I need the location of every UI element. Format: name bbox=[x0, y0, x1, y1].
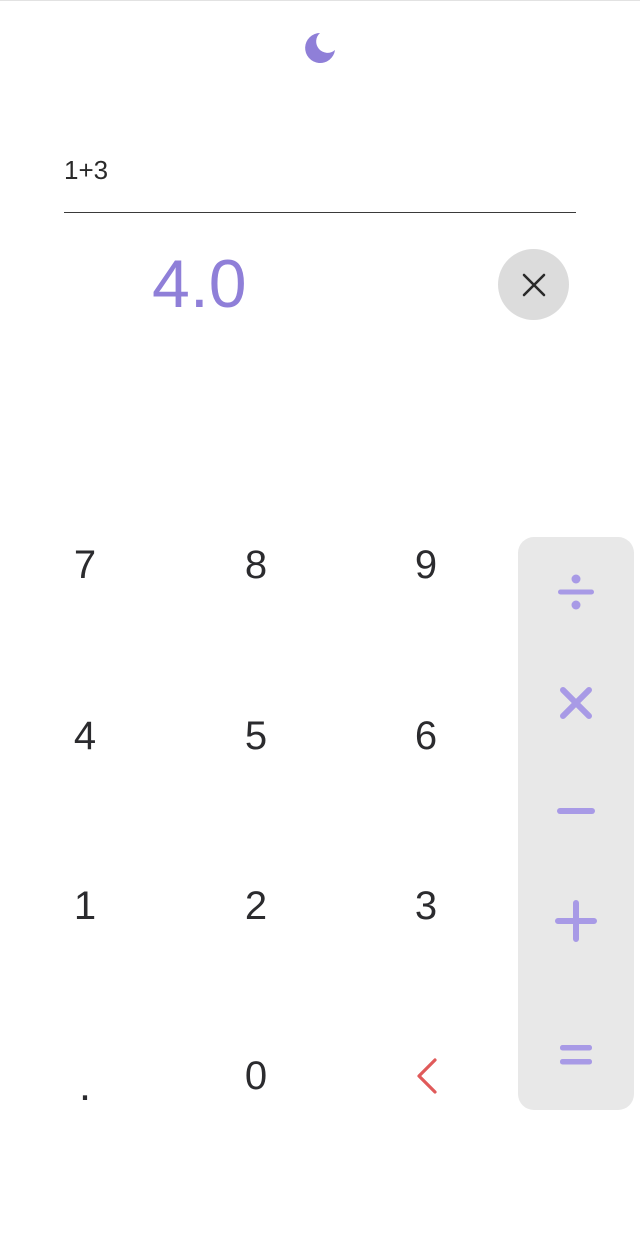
multiply-button[interactable] bbox=[518, 658, 634, 748]
operator-panel bbox=[518, 537, 634, 1110]
key-0[interactable]: 0 bbox=[196, 1016, 316, 1136]
minus-button[interactable] bbox=[518, 766, 634, 856]
key-8[interactable]: 8 bbox=[196, 505, 316, 625]
key-decimal[interactable]: . bbox=[25, 1026, 145, 1146]
moon-icon bbox=[305, 33, 335, 63]
key-9[interactable]: 9 bbox=[366, 505, 486, 625]
plus-icon bbox=[555, 900, 597, 942]
key-6[interactable]: 6 bbox=[366, 676, 486, 796]
key-1[interactable]: 1 bbox=[25, 846, 145, 966]
equals-icon bbox=[560, 1045, 592, 1065]
status-divider bbox=[0, 0, 640, 1]
theme-toggle-button[interactable] bbox=[300, 28, 340, 68]
calculator-screen: 1+3 4.0 7 8 9 4 5 6 1 2 3 . 0 bbox=[0, 0, 640, 1238]
key-5[interactable]: 5 bbox=[196, 676, 316, 796]
close-icon bbox=[522, 273, 545, 296]
key-3[interactable]: 3 bbox=[366, 846, 486, 966]
clear-button[interactable] bbox=[498, 249, 569, 320]
key-2[interactable]: 2 bbox=[196, 846, 316, 966]
backspace-button[interactable] bbox=[366, 1016, 486, 1136]
divide-button[interactable] bbox=[518, 547, 634, 637]
key-4[interactable]: 4 bbox=[25, 676, 145, 796]
divide-icon bbox=[558, 574, 594, 610]
plus-button[interactable] bbox=[518, 876, 634, 966]
result-display: 4.0 bbox=[152, 246, 247, 322]
expression-display: 1+3 bbox=[64, 155, 109, 185]
equals-button[interactable] bbox=[518, 1010, 634, 1100]
key-7[interactable]: 7 bbox=[25, 505, 145, 625]
minus-icon bbox=[557, 808, 595, 814]
multiply-icon bbox=[560, 687, 592, 719]
expression-divider bbox=[64, 212, 576, 213]
chevron-left-icon bbox=[417, 1058, 437, 1094]
